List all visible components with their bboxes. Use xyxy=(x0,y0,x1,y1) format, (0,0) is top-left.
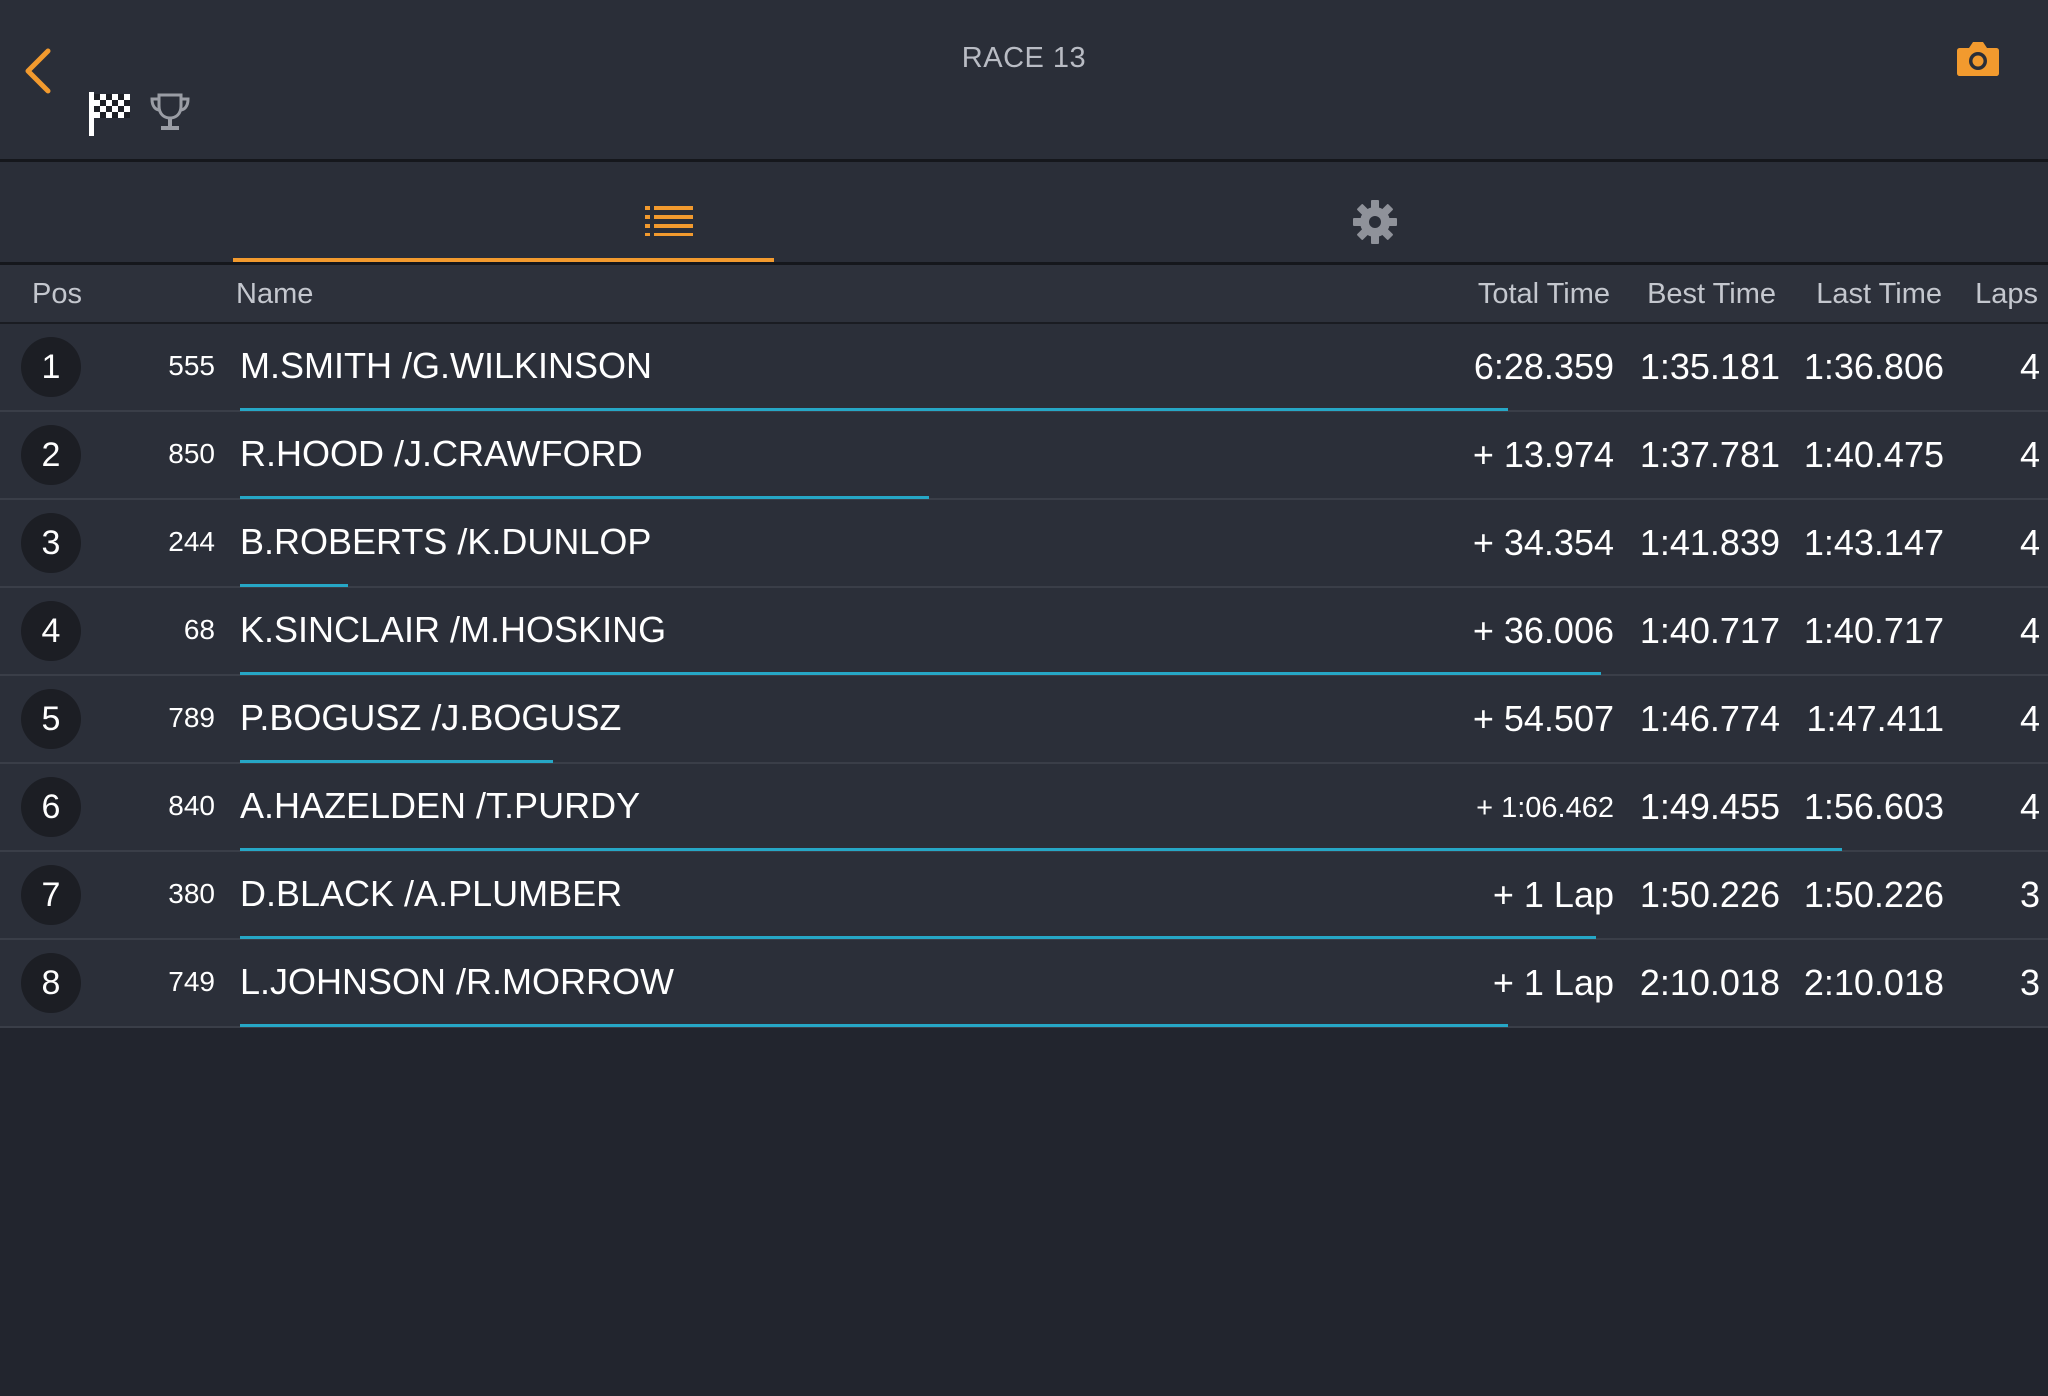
last-time: 1:56.603 xyxy=(1803,786,1944,827)
driver-names: P.BOGUSZ /J.BOGUSZ xyxy=(240,697,622,738)
active-tab-indicator xyxy=(233,258,774,262)
progress-bar xyxy=(240,1024,1508,1027)
table-row[interactable]: 3 244 B.ROBERTS /K.DUNLOP + 34.354 1:41.… xyxy=(0,500,2048,588)
position-badge: 3 xyxy=(21,513,81,573)
progress-bar xyxy=(240,672,1601,675)
car-number: 555 xyxy=(168,350,215,381)
laps-count: 4 xyxy=(2019,610,2040,651)
tab-results-list[interactable] xyxy=(233,162,774,262)
car-number: 789 xyxy=(168,702,215,733)
position-badge: 1 xyxy=(21,337,81,397)
total-time: + 1 Lap xyxy=(1492,874,1614,915)
table-row[interactable]: 6 840 A.HAZELDEN /T.PURDY + 1:06.462 1:4… xyxy=(0,764,2048,852)
laps-count: 4 xyxy=(2019,522,2040,563)
progress-bar xyxy=(240,848,1842,851)
checkered-flag-icon[interactable] xyxy=(87,90,133,138)
table-row[interactable]: 8 749 L.JOHNSON /R.MORROW + 1 Lap 2:10.0… xyxy=(0,940,2048,1028)
results-table: 1 555 M.SMITH /G.WILKINSON 6:28.359 1:35… xyxy=(0,324,2048,1028)
total-time: + 54.507 xyxy=(1472,698,1614,739)
column-headers: Pos Name Total Time Best Time Last Time … xyxy=(0,265,2048,324)
last-time: 2:10.018 xyxy=(1803,962,1944,1003)
last-time: 1:40.717 xyxy=(1803,610,1944,651)
last-time: 1:40.475 xyxy=(1803,434,1944,475)
car-number: 68 xyxy=(183,614,215,645)
total-time: + 36.006 xyxy=(1472,610,1614,651)
best-time: 1:50.226 xyxy=(1639,874,1780,915)
progress-bar xyxy=(240,760,553,763)
last-time: 1:47.411 xyxy=(1806,698,1944,739)
best-time: 1:41.839 xyxy=(1639,522,1780,563)
progress-bar xyxy=(240,496,929,499)
position-badge: 7 xyxy=(21,865,81,925)
car-number: 840 xyxy=(168,790,215,821)
camera-icon xyxy=(1957,42,1999,76)
total-time: + 1:06.462 xyxy=(1476,792,1614,824)
laps-count: 3 xyxy=(2019,962,2040,1003)
progress-bar xyxy=(240,408,1508,411)
driver-names: D.BLACK /A.PLUMBER xyxy=(240,873,623,914)
tab-bar xyxy=(0,162,2048,265)
column-total-time: Total Time xyxy=(1477,278,1610,310)
page-title: RACE 13 xyxy=(961,42,1087,74)
driver-names: K.SINCLAIR /M.HOSKING xyxy=(240,609,667,650)
best-time: 2:10.018 xyxy=(1639,962,1780,1003)
table-row[interactable]: 2 850 R.HOOD /J.CRAWFORD + 13.974 1:37.7… xyxy=(0,412,2048,500)
column-name: Name xyxy=(236,278,314,310)
trophy-icon[interactable] xyxy=(148,92,192,134)
total-time: + 13.974 xyxy=(1472,434,1614,475)
column-best-time: Best Time xyxy=(1647,278,1776,310)
car-number: 244 xyxy=(168,526,215,557)
best-time: 1:46.774 xyxy=(1639,698,1780,739)
driver-names: L.JOHNSON /R.MORROW xyxy=(240,961,675,1002)
race-results-screen: RACE 13 Pos Name Total Time Best Time La… xyxy=(0,0,2048,1396)
driver-names: A.HAZELDEN /T.PURDY xyxy=(240,785,641,826)
position-badge: 2 xyxy=(21,425,81,485)
list-icon xyxy=(645,206,693,236)
position-badge: 4 xyxy=(21,601,81,661)
total-time: + 1 Lap xyxy=(1492,962,1614,1003)
column-pos: Pos xyxy=(32,278,82,310)
laps-count: 4 xyxy=(2019,786,2040,827)
last-time: 1:43.147 xyxy=(1803,522,1944,563)
car-number: 749 xyxy=(168,966,215,997)
car-number: 850 xyxy=(168,438,215,469)
last-time: 1:36.806 xyxy=(1803,346,1944,387)
best-time: 1:37.781 xyxy=(1639,434,1780,475)
progress-bar xyxy=(240,936,1596,939)
best-time: 1:35.181 xyxy=(1639,346,1780,387)
car-number: 380 xyxy=(168,878,215,909)
best-time: 1:49.455 xyxy=(1639,786,1780,827)
tab-settings[interactable] xyxy=(1300,162,1450,262)
last-time: 1:50.226 xyxy=(1803,874,1944,915)
table-row[interactable]: 1 555 M.SMITH /G.WILKINSON 6:28.359 1:35… xyxy=(0,324,2048,412)
position-badge: 6 xyxy=(21,777,81,837)
laps-count: 3 xyxy=(2019,874,2040,915)
total-time: 6:28.359 xyxy=(1473,346,1614,387)
laps-count: 4 xyxy=(2019,346,2040,387)
best-time: 1:40.717 xyxy=(1639,610,1780,651)
position-badge: 5 xyxy=(21,689,81,749)
driver-names: B.ROBERTS /K.DUNLOP xyxy=(240,521,652,562)
laps-count: 4 xyxy=(2019,434,2040,475)
column-laps: Laps xyxy=(1975,278,2038,310)
driver-names: M.SMITH /G.WILKINSON xyxy=(240,345,653,386)
total-time: + 34.354 xyxy=(1472,522,1614,563)
position-badge: 8 xyxy=(21,953,81,1013)
camera-button[interactable] xyxy=(1956,38,2000,78)
table-row[interactable]: 7 380 D.BLACK /A.PLUMBER + 1 Lap 1:50.22… xyxy=(0,852,2048,940)
gear-icon xyxy=(1353,200,1397,244)
progress-bar xyxy=(240,584,348,587)
table-row[interactable]: 4 68 K.SINCLAIR /M.HOSKING + 36.006 1:40… xyxy=(0,588,2048,676)
top-bar: RACE 13 xyxy=(0,0,2048,162)
laps-count: 4 xyxy=(2019,698,2040,739)
table-row[interactable]: 5 789 P.BOGUSZ /J.BOGUSZ + 54.507 1:46.7… xyxy=(0,676,2048,764)
column-last-time: Last Time xyxy=(1816,278,1942,310)
driver-names: R.HOOD /J.CRAWFORD xyxy=(240,433,643,474)
